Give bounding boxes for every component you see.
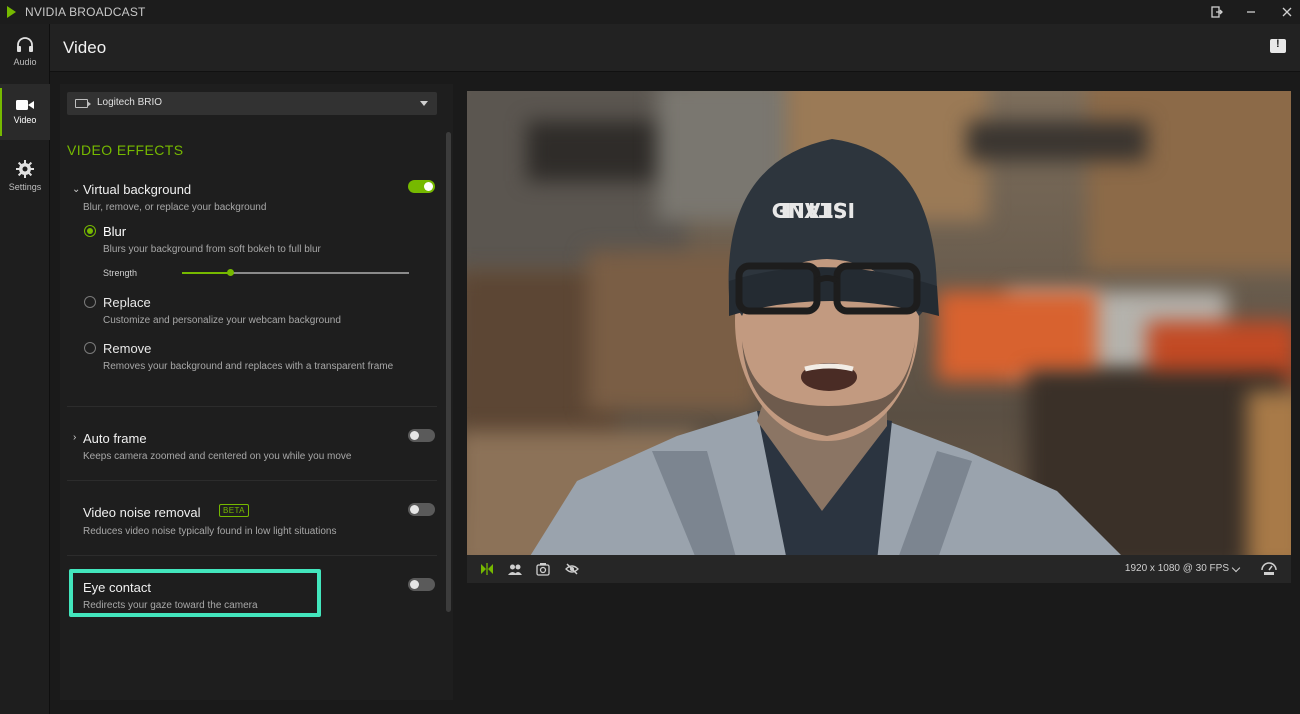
- device-select[interactable]: Logitech BRIO: [67, 92, 437, 115]
- strength-label: Strength: [103, 268, 138, 278]
- remove-option-title: Remove: [103, 341, 152, 356]
- beta-badge: BETA: [219, 504, 249, 517]
- webcam-preview: ISLAND STYLE: [467, 91, 1291, 555]
- nav-item-audio[interactable]: Audio: [0, 24, 50, 80]
- nav-item-settings[interactable]: Settings: [0, 148, 50, 204]
- virtual-background-desc: Blur, remove, or replace your background: [83, 202, 267, 213]
- gear-icon: [16, 160, 34, 178]
- mirror-icon[interactable]: [480, 562, 494, 576]
- snapshot-icon[interactable]: [536, 562, 550, 576]
- people-icon[interactable]: [508, 562, 522, 576]
- close-button[interactable]: [1276, 2, 1298, 22]
- title-bar: NVIDIA BROADCAST: [0, 0, 1300, 24]
- nav-label-video: Video: [13, 115, 37, 125]
- blur-option-desc: Blurs your background from soft bokeh to…: [103, 244, 321, 255]
- chevron-down-icon[interactable]: ⌄: [72, 184, 80, 195]
- eye-contact-highlight: [69, 569, 321, 617]
- replace-option-desc: Customize and personalize your webcam ba…: [103, 315, 341, 326]
- replace-option-title: Replace: [103, 295, 151, 310]
- virtual-background-toggle[interactable]: [408, 180, 435, 193]
- nav-item-video[interactable]: Video: [0, 84, 50, 140]
- auto-frame-title: Auto frame: [83, 431, 147, 446]
- person-image: ISLAND STYLE: [530, 139, 1121, 555]
- auto-frame-desc: Keeps camera zoomed and centered on you …: [83, 451, 352, 462]
- minimize-icon: [1247, 11, 1255, 13]
- camera-icon: [16, 100, 34, 110]
- device-name: Logitech BRIO: [97, 97, 163, 108]
- nav-label-audio: Audio: [13, 57, 37, 67]
- noise-removal-title: Video noise removal: [83, 505, 201, 520]
- webcam-icon: [75, 99, 91, 108]
- chevron-down-icon: [420, 101, 428, 106]
- noise-removal-toggle[interactable]: [408, 503, 435, 516]
- pin-window-button[interactable]: [1206, 2, 1228, 22]
- eye-contact-toggle[interactable]: [408, 578, 435, 591]
- replace-radio[interactable]: [84, 296, 96, 308]
- preview-toolbar: 1920 x 1080 @ 30 FPS: [467, 555, 1291, 583]
- close-icon: [1282, 7, 1292, 17]
- blur-radio[interactable]: [84, 225, 96, 237]
- page-header: Video: [50, 24, 1300, 72]
- section-title: VIDEO EFFECTS: [67, 142, 184, 158]
- svg-text:STYLE: STYLE: [778, 198, 847, 222]
- blur-option-title: Blur: [103, 224, 127, 239]
- nvidia-logo-icon: [7, 6, 16, 18]
- chevron-right-icon[interactable]: ›: [73, 432, 76, 443]
- left-nav: Audio Video Settings: [0, 24, 50, 714]
- strength-slider-thumb[interactable]: [227, 269, 234, 276]
- performance-icon[interactable]: [1261, 562, 1277, 576]
- chevron-down-icon[interactable]: [1231, 563, 1241, 573]
- hide-preview-icon[interactable]: [565, 562, 579, 576]
- remove-option-desc: Removes your background and replaces wit…: [103, 361, 394, 372]
- headphones-icon: [17, 37, 33, 52]
- auto-frame-toggle[interactable]: [408, 429, 435, 442]
- panel-scrollbar[interactable]: [446, 132, 451, 612]
- minimize-button[interactable]: [1240, 2, 1262, 22]
- pin-window-icon: [1211, 6, 1223, 18]
- resolution-select[interactable]: 1920 x 1080 @ 30 FPS: [1125, 563, 1229, 574]
- remove-radio[interactable]: [84, 342, 96, 354]
- nav-label-settings: Settings: [8, 182, 42, 192]
- page-title: Video: [63, 38, 107, 57]
- virtual-background-title: Virtual background: [83, 182, 192, 197]
- noise-removal-desc: Reduces video noise typically found in l…: [83, 526, 337, 537]
- feedback-icon[interactable]: [1270, 38, 1286, 53]
- app-title: NVIDIA BROADCAST: [25, 5, 146, 19]
